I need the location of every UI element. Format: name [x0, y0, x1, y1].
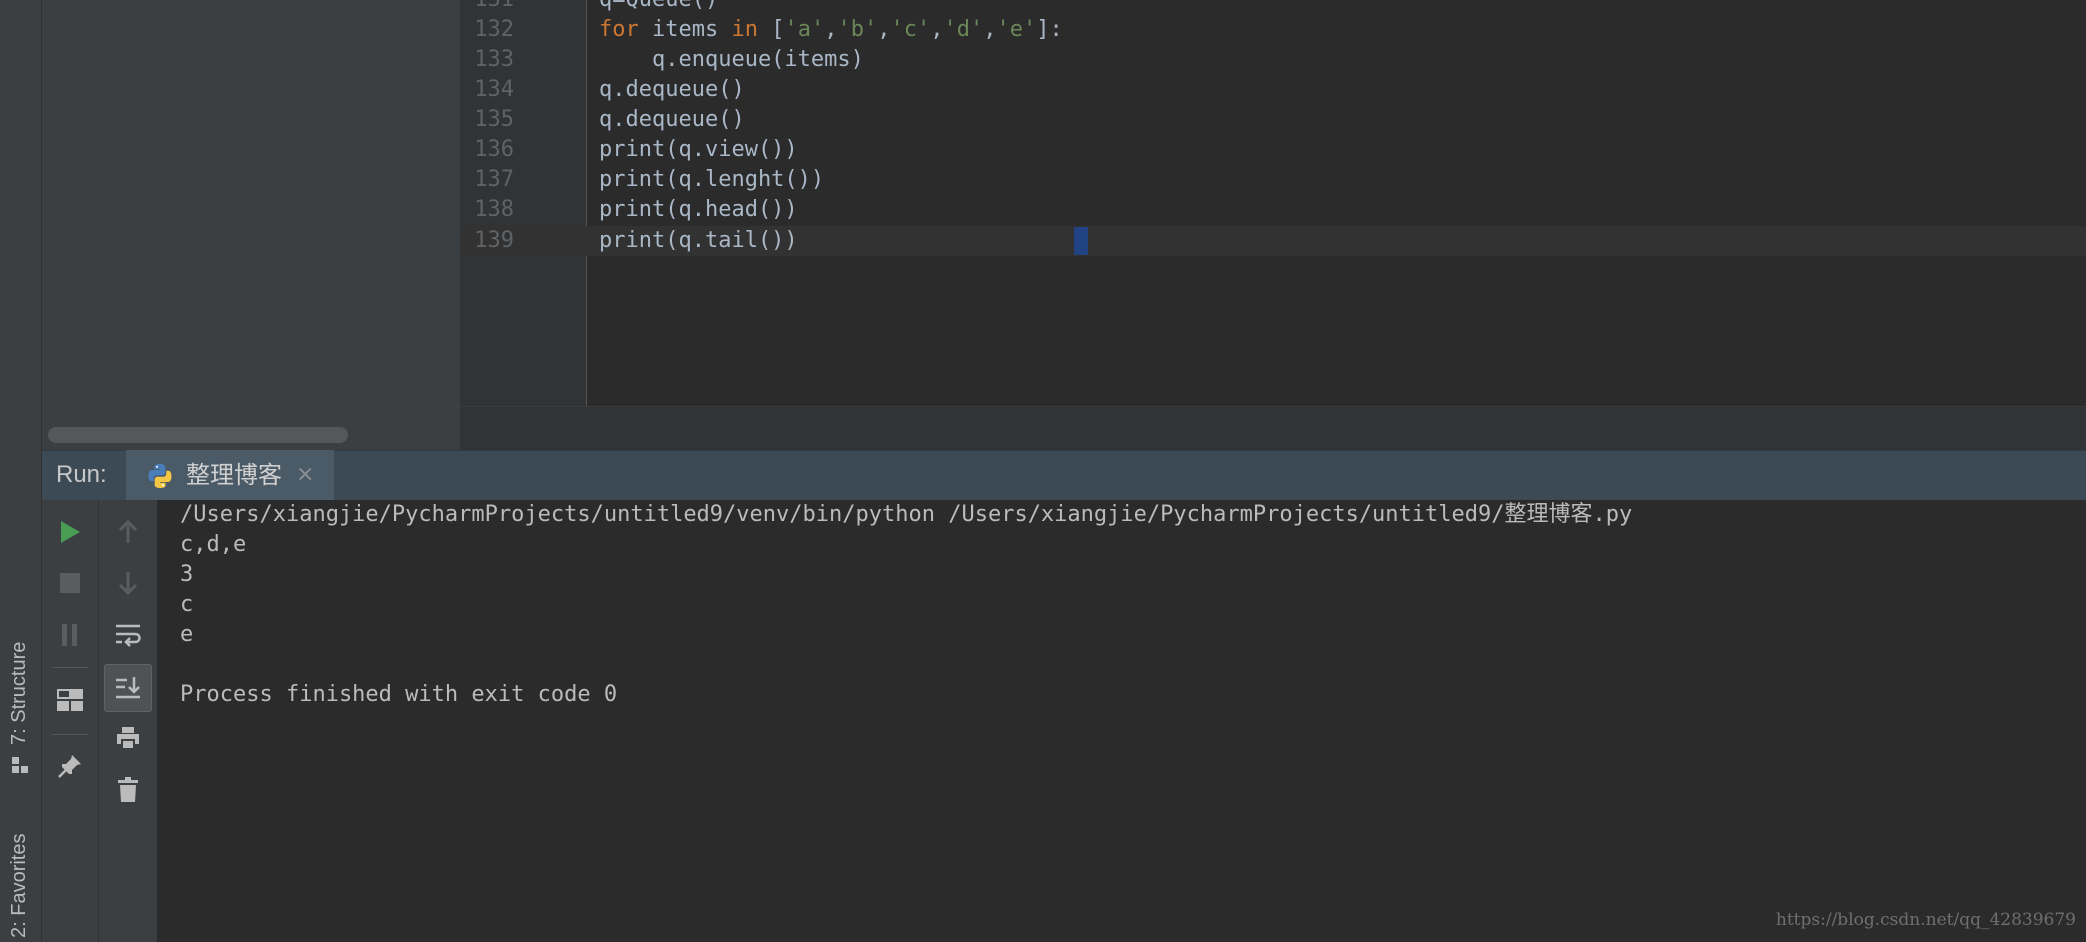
run-tab-label: 整理博客: [186, 461, 282, 489]
text-caret: [1074, 227, 1088, 255]
layout-icon[interactable]: [50, 680, 90, 720]
code-line[interactable]: 132 for items in ['a','b','c','d','e']:: [460, 15, 2086, 45]
editor-horizontal-scroll-area[interactable]: [460, 406, 2086, 451]
code-line-text: q=Queue(): [599, 0, 718, 15]
scroll-to-end-icon[interactable]: [104, 664, 152, 712]
project-panel: [42, 0, 460, 450]
line-number: 131: [460, 0, 514, 15]
structure-tool-tab[interactable]: 7: Structure: [0, 600, 41, 780]
run-console[interactable]: [158, 500, 2086, 942]
code-token: ,: [824, 17, 838, 42]
left-tool-strip: 7: Structure 2: Favorites: [0, 0, 42, 942]
code-line-text: for items in ['a','b','c','d','e']:: [599, 15, 1063, 45]
console-command-line: /Users/xiangjie/PycharmProjects/untitled…: [180, 502, 1633, 527]
string-token: 'b': [837, 17, 878, 42]
code-line[interactable]: 134 q.dequeue(): [460, 75, 2086, 105]
line-number: 132: [474, 17, 514, 42]
pause-icon[interactable]: [50, 615, 90, 655]
line-number: 138: [474, 197, 514, 222]
arrow-down-icon[interactable]: [108, 563, 148, 603]
code-token: ]:: [1036, 17, 1063, 42]
string-token: 'c': [890, 17, 931, 42]
run-toolbar-secondary: [99, 500, 158, 942]
code-line-text: print(q.view()): [599, 137, 798, 162]
console-output-line: e: [180, 622, 194, 647]
line-number: 137: [474, 167, 514, 192]
code-line[interactable]: 133 q.enqueue(items): [460, 45, 2086, 75]
code-line[interactable]: 131 q=Queue(): [460, 0, 2086, 15]
soft-wrap-icon[interactable]: [108, 615, 148, 655]
console-output-line: c: [180, 592, 194, 617]
code-line-text: print(q.head()): [599, 197, 798, 222]
pin-icon[interactable]: [50, 746, 90, 786]
code-token: [: [757, 17, 785, 42]
run-panel-header: [42, 450, 2086, 501]
string-token: 'e': [996, 17, 1037, 42]
keyword-token: in: [731, 17, 758, 42]
line-number: 133: [474, 47, 514, 72]
favorites-tool-label: 2: Favorites: [8, 833, 30, 938]
structure-tool-label: 7: Structure: [8, 641, 30, 745]
stop-icon[interactable]: [50, 563, 90, 603]
code-line[interactable]: 136 print(q.view()): [460, 135, 2086, 165]
line-number: 135: [474, 107, 514, 132]
arrow-up-icon[interactable]: [108, 512, 148, 552]
code-line-text: q.enqueue(items): [599, 47, 864, 72]
string-token: 'd': [943, 17, 984, 42]
toolbar-divider: [52, 667, 88, 668]
console-exit-message: Process finished with exit code 0: [180, 682, 618, 707]
run-icon[interactable]: [50, 512, 90, 552]
print-icon[interactable]: [108, 718, 148, 758]
line-number: 139: [474, 228, 514, 253]
python-icon: [146, 462, 174, 490]
code-line-current[interactable]: 139 print(q.tail()): [460, 226, 2086, 256]
structure-icon: [12, 756, 28, 773]
console-output-line: 3: [180, 562, 194, 587]
code-line[interactable]: 138 print(q.head()): [460, 195, 2086, 225]
run-toolbar-primary: [42, 500, 99, 942]
close-icon[interactable]: ×: [296, 450, 314, 500]
code-line-text: q.dequeue(): [599, 77, 745, 102]
code-token: items: [638, 17, 732, 42]
run-panel-title: Run:: [56, 461, 107, 488]
pycharm-window: 7: Structure 2: Favorites 131 q=Queue() …: [0, 0, 2086, 942]
watermark-text: https://blog.csdn.net/qq_42839679: [1775, 910, 2076, 930]
code-line[interactable]: 137 print(q.lenght()): [460, 165, 2086, 195]
console-output-line: c,d,e: [180, 532, 247, 557]
trash-icon[interactable]: [108, 770, 148, 810]
code-token: ,: [877, 17, 891, 42]
code-token: ,: [930, 17, 944, 42]
run-config-tab[interactable]: 整理博客 ×: [126, 450, 334, 500]
code-line-text: q.dequeue(): [599, 107, 745, 132]
keyword-token: for: [599, 17, 639, 42]
code-token: ,: [983, 17, 997, 42]
code-line-text: print(q.tail()): [599, 228, 798, 253]
toolbar-divider: [52, 734, 88, 735]
code-line-text: print(q.lenght()): [599, 167, 825, 192]
favorites-tool-tab[interactable]: 2: Favorites: [0, 800, 41, 942]
line-number: 134: [474, 77, 514, 102]
project-horizontal-scrollbar[interactable]: [48, 427, 348, 443]
code-line[interactable]: 135 q.dequeue(): [460, 105, 2086, 135]
string-token: 'a': [784, 17, 825, 42]
line-number: 136: [474, 137, 514, 162]
